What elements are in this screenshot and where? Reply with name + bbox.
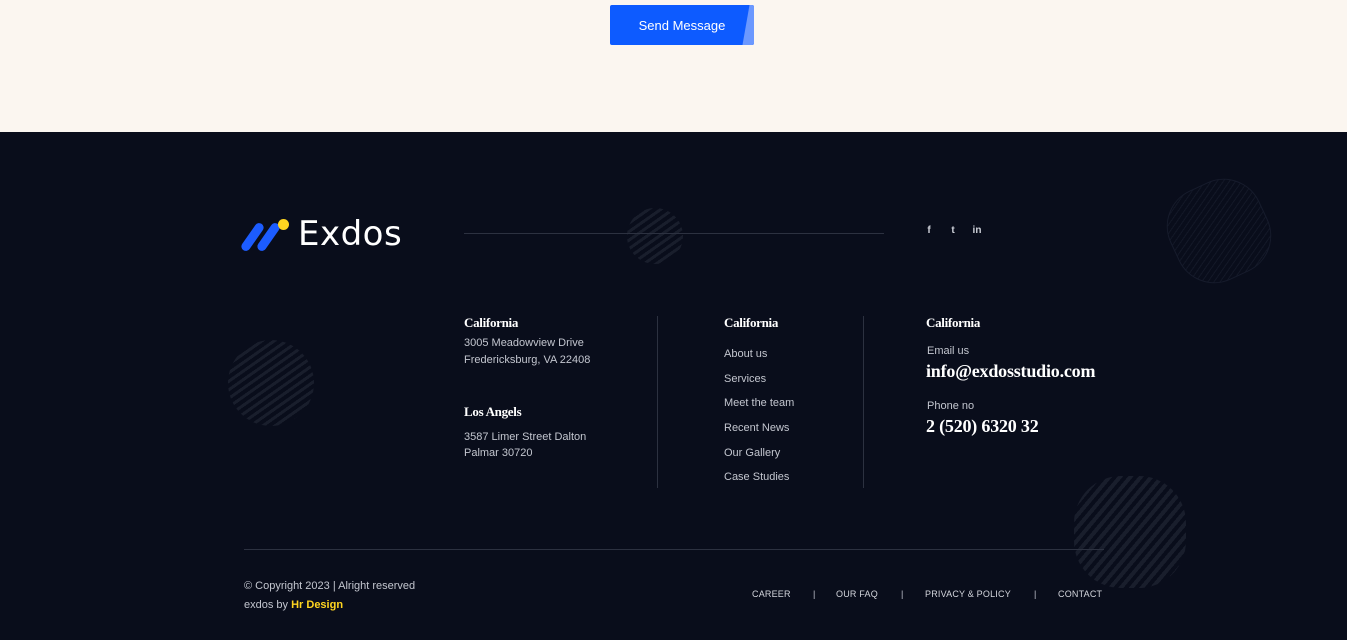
footer-logo[interactable]: Exdos [239,214,403,254]
logo-mark-icon [239,217,290,253]
divider [464,233,884,234]
address-california-line1: 3005 Meadowview Drive [464,337,584,349]
footer-link-services[interactable]: Services [724,373,766,385]
nav-career[interactable]: CAREER [752,589,791,599]
nav-contact[interactable]: CONTACT [1058,589,1102,599]
nav-separator: | [1034,589,1037,599]
footer-link-about-us[interactable]: About us [724,348,767,360]
credit-prefix: exdos by [244,599,292,611]
sphere-decoration [627,208,683,264]
contact-form-section: Send Message [0,0,1347,132]
footer-link-our-gallery[interactable]: Our Gallery [724,447,780,459]
links-title: California [724,315,779,330]
logo-text: Exdos [298,214,403,254]
footer-link-meet-the-team[interactable]: Meet the team [724,397,794,409]
send-message-button[interactable]: Send Message [610,5,754,45]
twitter-icon[interactable]: t [948,225,958,236]
bottom-divider [244,549,1104,550]
facebook-icon[interactable]: f [924,225,934,236]
phone-link[interactable]: 2 (520) 6320 32 [926,416,1039,437]
contact-title: California [926,315,981,330]
email-label: Email us [927,345,970,357]
nav-our-faq[interactable]: OUR FAQ [836,589,878,599]
copyright-line: © Copyright 2023 | Alright reserved [244,580,416,592]
nav-separator: | [901,589,904,599]
footer-link-case-studies[interactable]: Case Studies [724,471,789,483]
address-los-angels-line2: Palmar 30720 [464,447,533,459]
linkedin-icon[interactable]: in [972,225,982,236]
credit-line: exdos by Hr Design [244,596,415,615]
email-link[interactable]: info@exdosstudio.com [926,361,1095,382]
button-shine-decoration [742,5,754,45]
send-message-label: Send Message [638,17,726,33]
footer-link-recent-news[interactable]: Recent News [724,422,789,434]
address-california-line2: Fredericksburg, VA 22408 [464,354,591,366]
social-links: f t in [924,225,982,236]
nav-separator: | [813,589,816,599]
address-los-angels-title: Los Angels [464,404,522,419]
hr-design-link[interactable]: Hr Design [291,599,343,611]
copyright: © Copyright 2023 | Alright reserved exdo… [244,577,415,615]
sphere-decoration [228,340,314,426]
nav-privacy-policy[interactable]: PRIVACY & POLICY [925,589,1011,599]
address-los-angels-line1: 3587 Limer Street Dalton [464,431,587,443]
coil-decoration [1074,476,1186,588]
phone-label: Phone no [927,400,975,412]
column-divider [657,316,658,488]
address-california-title: California [464,315,519,330]
column-divider [863,316,864,488]
